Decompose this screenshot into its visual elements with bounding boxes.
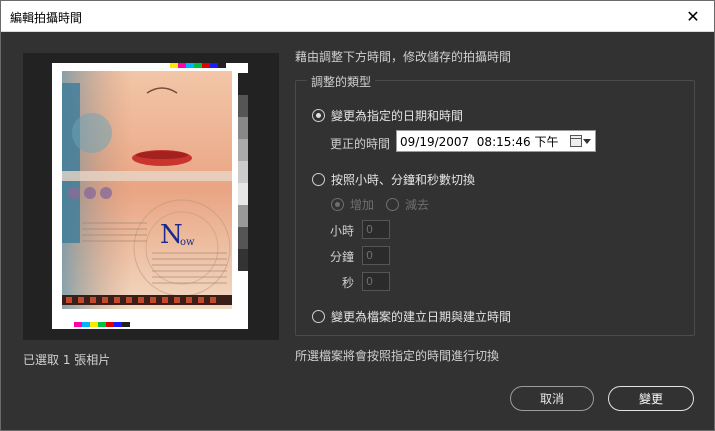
radio-add[interactable]: 增加 [331, 196, 374, 213]
calendar-icon [570, 135, 582, 147]
photo-thumbnail: N ow [52, 63, 248, 329]
radio-change-to-specific[interactable]: 變更為指定的日期和時間 [312, 107, 463, 124]
corrected-time-value[interactable]: 09/19/2007 08:15:46 下午 [397, 133, 559, 150]
radio-shift-by-hms[interactable]: 按照小時、分鐘和秒數切換 [312, 171, 475, 188]
corrected-time-label: 更正的時間 [330, 137, 391, 151]
radio-button-specific[interactable] [312, 109, 325, 122]
cancel-button[interactable]: 取消 [510, 386, 594, 411]
radio-label-specific: 變更為指定的日期和時間 [331, 109, 464, 123]
calendar-dropdown-icon[interactable] [570, 134, 592, 148]
selected-count-label: 已選取 1 張相片 [23, 353, 111, 367]
radio-subtract[interactable]: 減去 [386, 196, 429, 213]
footer-note: 所選檔案將會按照指定的時間進行切換 [295, 349, 500, 363]
corrected-time-input[interactable]: 09/19/2007 08:15:46 下午 [396, 130, 596, 152]
titlebar: 編輯拍攝時間 ✕ [1, 1, 714, 32]
radio-button-shift[interactable] [312, 173, 325, 186]
radio-button-file-date[interactable] [312, 310, 325, 323]
minutes-label: 分鐘 [330, 250, 355, 264]
hours-input[interactable]: 0 [362, 220, 390, 239]
hours-label: 小時 [330, 224, 355, 238]
radio-label-shift: 按照小時、分鐘和秒數切換 [331, 173, 476, 187]
photo-artwork: N ow [52, 63, 248, 329]
photo-initial-suffix: ow [180, 237, 195, 248]
chevron-down-icon [583, 138, 591, 144]
radio-change-to-file-date[interactable]: 變更為檔案的建立日期與建立時間 [312, 308, 511, 325]
photo-preview-panel: N ow [23, 53, 279, 340]
seconds-label: 秒 [342, 276, 355, 290]
change-button[interactable]: 變更 [608, 386, 694, 411]
radio-label-file-date: 變更為檔案的建立日期與建立時間 [331, 310, 512, 324]
minutes-input[interactable]: 0 [362, 246, 390, 265]
adjust-type-legend: 調整的類型 [307, 73, 376, 90]
radio-label-add: 增加 [350, 198, 375, 212]
radio-button-subtract[interactable] [386, 198, 399, 211]
description-text: 藉由調整下方時間，修改儲存的拍攝時間 [295, 50, 512, 64]
radio-label-subtract: 減去 [405, 198, 430, 212]
close-icon[interactable]: ✕ [678, 1, 708, 31]
edit-capture-time-dialog: 編輯拍攝時間 ✕ N ow 已選取 1 張相片 藉由調整下方時間，修改儲存的拍攝… [0, 0, 715, 431]
seconds-input[interactable]: 0 [362, 272, 390, 291]
radio-button-add[interactable] [331, 198, 344, 211]
dialog-title: 編輯拍攝時間 [10, 11, 83, 25]
